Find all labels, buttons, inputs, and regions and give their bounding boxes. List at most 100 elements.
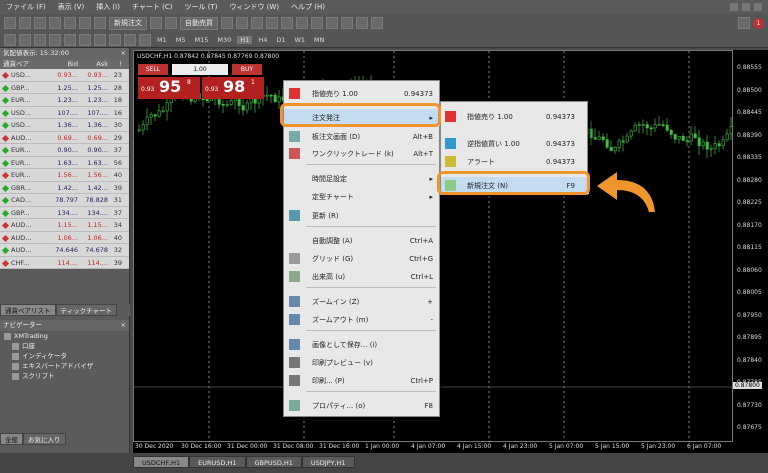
context-menu-item[interactable]: 画像として保存... (i) xyxy=(284,336,441,353)
market-watch-row[interactable]: AUD... 74.646 74.678 32 xyxy=(0,244,129,257)
minimize-icon[interactable] xyxy=(730,3,738,11)
label-icon[interactable] xyxy=(124,33,136,46)
chart-tab-gbpusd[interactable]: GBPUSD,H1 xyxy=(245,456,302,468)
menu-insert[interactable]: 挿入 (I) xyxy=(90,2,126,12)
lot-input[interactable]: 1.00 xyxy=(172,64,228,75)
context-menu-item[interactable]: ワンクリックトレード (k) Alt+T xyxy=(284,145,441,162)
context-menu-item[interactable]: 更新 (R) xyxy=(284,207,441,224)
terminal-icon[interactable] xyxy=(79,17,91,29)
periods-icon[interactable] xyxy=(356,17,368,29)
zoom-in-icon[interactable] xyxy=(266,17,278,29)
context-menu-item[interactable]: 時間足設定 ▸ xyxy=(284,170,441,187)
horizontal-line-icon[interactable] xyxy=(49,33,61,46)
market-watch-row[interactable]: USD... 107.... 107.... 16 xyxy=(0,106,129,119)
col-bid[interactable]: Bid xyxy=(48,59,78,69)
menu-help[interactable]: ヘルプ (H) xyxy=(285,2,331,12)
profiles-icon[interactable] xyxy=(19,17,31,29)
market-watch-row[interactable]: GBR... 1.42... 1.42... 39 xyxy=(0,181,129,194)
market-watch-row[interactable]: AUD... 1.06... 1.06... 40 xyxy=(0,231,129,244)
autotrade-button[interactable]: 自動売買 xyxy=(180,16,218,30)
context-menu-item[interactable]: ズームアウト (m) - xyxy=(284,311,441,328)
zoom-out-icon[interactable] xyxy=(281,17,293,29)
context-menu-item[interactable]: 印刷プレビュー (v) xyxy=(284,354,441,371)
context-menu-item[interactable]: 出来高 (u) Ctrl+L xyxy=(284,268,441,285)
market-watch-row[interactable]: AUD... 0.69... 0.69... 29 xyxy=(0,131,129,144)
close-icon[interactable] xyxy=(754,3,762,11)
tf-w1[interactable]: W1 xyxy=(291,36,308,44)
tile-icon[interactable] xyxy=(296,17,308,29)
chart-tab-eurusd[interactable]: EURUSD,H1 xyxy=(189,456,246,468)
tf-m1[interactable]: M1 xyxy=(154,36,170,44)
context-menu-item[interactable]: グリッド (G) Ctrl+G xyxy=(284,250,441,267)
chart-tab-usdchf[interactable]: USDCHF,H1 xyxy=(133,456,190,468)
navigator-icon[interactable] xyxy=(64,17,76,29)
line-chart-icon[interactable] xyxy=(251,17,263,29)
search-icon[interactable] xyxy=(738,17,750,29)
context-menu-item[interactable]: 指値売り 1.00 0.94373 xyxy=(284,85,441,102)
context-menu-item[interactable]: プロパティ... (o) F8 xyxy=(284,397,441,414)
new-chart-icon[interactable] xyxy=(4,17,16,29)
col-symbol[interactable]: 通貨ペア xyxy=(0,59,48,69)
indicators-icon[interactable] xyxy=(341,17,353,29)
context-menu-item[interactable]: 印刷... (P) Ctrl+P xyxy=(284,372,441,389)
tf-m30[interactable]: M30 xyxy=(214,36,234,44)
menu-view[interactable]: 表示 (V) xyxy=(52,2,90,12)
tab-common[interactable]: 全般 xyxy=(0,433,23,445)
menu-tools[interactable]: ツール (T) xyxy=(178,2,223,12)
signals-icon[interactable] xyxy=(165,17,177,29)
context-menu-item[interactable]: ズームイン (Z) + xyxy=(284,293,441,310)
market-watch-row[interactable]: CHF... 114.... 114.... 39 xyxy=(0,256,129,269)
market-watch-row[interactable]: AUD... 1.15... 1.15... 34 xyxy=(0,219,129,232)
autoscroll-icon[interactable] xyxy=(311,17,323,29)
close-icon[interactable]: × xyxy=(121,48,129,59)
context-menu-item[interactable]: 定型チャート ▸ xyxy=(284,188,441,205)
market-watch-row[interactable]: CAD... 78.797 78.828 31 xyxy=(0,194,129,207)
tf-m5[interactable]: M5 xyxy=(173,36,189,44)
chart-tab-usdjpy[interactable]: USDJPY,H1 xyxy=(301,456,355,468)
arrows-icon[interactable] xyxy=(139,33,151,46)
candle-chart-icon[interactable] xyxy=(236,17,248,29)
sell-button[interactable]: SELL xyxy=(138,64,168,75)
market-watch-row[interactable]: GBP... 1.25... 1.25... 28 xyxy=(0,81,129,94)
nav-item-scripts[interactable]: スクリプト xyxy=(0,371,129,381)
tab-favorites[interactable]: お気に入り xyxy=(23,433,66,445)
market-watch-row[interactable]: USD... 0.93... 0.93... 23 xyxy=(0,69,129,82)
market-watch-row[interactable]: GBP... 134.... 134.... 37 xyxy=(0,206,129,219)
submenu-item[interactable]: アラート 0.94373 xyxy=(441,153,589,170)
tf-m15[interactable]: M15 xyxy=(192,36,212,44)
tf-mn[interactable]: MN xyxy=(311,36,327,44)
nav-item-indicators[interactable]: インディケータ xyxy=(0,351,129,361)
submenu-item[interactable]: 指値売り 1.00 0.94373 xyxy=(441,108,589,125)
chart-shift-icon[interactable] xyxy=(326,17,338,29)
nav-item-accounts[interactable]: 口座 xyxy=(0,341,129,351)
context-menu-item[interactable]: 板注文画面 (D) Alt+B xyxy=(284,128,441,145)
metaeditor-icon[interactable] xyxy=(150,17,162,29)
restore-icon[interactable] xyxy=(742,3,750,11)
new-order-button[interactable]: 新規注文 xyxy=(109,16,147,30)
market-watch-row[interactable]: EUR... 0.90... 0.90... 37 xyxy=(0,144,129,157)
nav-item-experts[interactable]: エキスパートアドバイザ xyxy=(0,361,129,371)
tab-symbols[interactable]: 通貨ペアリスト xyxy=(0,304,56,316)
col-spread[interactable]: ! xyxy=(108,59,122,69)
market-watch-row[interactable]: EUR... 1.56... 1.56... 40 xyxy=(0,169,129,182)
market-watch-row[interactable]: USD... 1.36... 1.36... 30 xyxy=(0,119,129,132)
menu-window[interactable]: ウィンドウ (W) xyxy=(223,2,285,12)
market-watch-row[interactable]: EUR... 1.23... 1.23... 18 xyxy=(0,94,129,107)
close-icon[interactable]: × xyxy=(121,320,129,331)
bar-chart-icon[interactable] xyxy=(221,17,233,29)
submenu-item[interactable]: 逆指値買い 1.00 0.94373 xyxy=(441,135,589,152)
buy-price[interactable]: 0.93 98 1 xyxy=(202,77,264,99)
menu-file[interactable]: ファイル (F) xyxy=(0,2,52,12)
fibonacci-icon[interactable] xyxy=(94,33,106,46)
notification-badge[interactable]: 1 xyxy=(753,17,764,29)
buy-button[interactable]: BUY xyxy=(232,64,262,75)
cursor-icon[interactable] xyxy=(4,33,16,46)
sell-price[interactable]: 0.93 95 8 xyxy=(138,77,200,99)
col-ask[interactable]: Ask xyxy=(78,59,108,69)
tester-icon[interactable] xyxy=(94,17,106,29)
tf-h1[interactable]: H1 xyxy=(237,35,253,44)
menu-chart[interactable]: チャート (C) xyxy=(126,2,179,12)
tf-h4[interactable]: H4 xyxy=(255,36,270,44)
trendline-icon[interactable] xyxy=(64,33,76,46)
nav-item-root[interactable]: XMTrading xyxy=(0,331,129,341)
